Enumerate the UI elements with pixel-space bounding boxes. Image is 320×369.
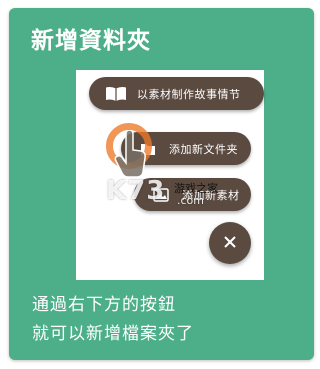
description-line: 就可以新增檔案夾了 [32,324,194,344]
description-text: 通過右下方的按鈕 就可以新增檔案夾了 [32,291,194,349]
close-fab-button[interactable] [209,222,251,264]
menu-item-create-story[interactable]: 以素材制作故事情节 [89,77,264,110]
watermark-domain: .com [177,194,204,207]
card-title: 新增資料夾 [31,28,151,54]
menu-item-label: 添加新文件夹 [169,142,238,156]
description-line: 通過右下方的按鈕 [32,295,176,315]
book-icon [103,84,129,104]
close-icon [223,234,237,253]
preview-illustration: 以素材制作故事情节 添加新文件夹 添加新素材 K73 游戏之家 .com [76,70,264,280]
menu-item-label: 以素材制作故事情节 [137,87,241,101]
watermark-logo: K73 [106,176,166,206]
tutorial-card: 新增資料夾 以素材制作故事情节 添加新文件夹 添加新素材 K73 游戏之家 .c… [9,8,314,360]
